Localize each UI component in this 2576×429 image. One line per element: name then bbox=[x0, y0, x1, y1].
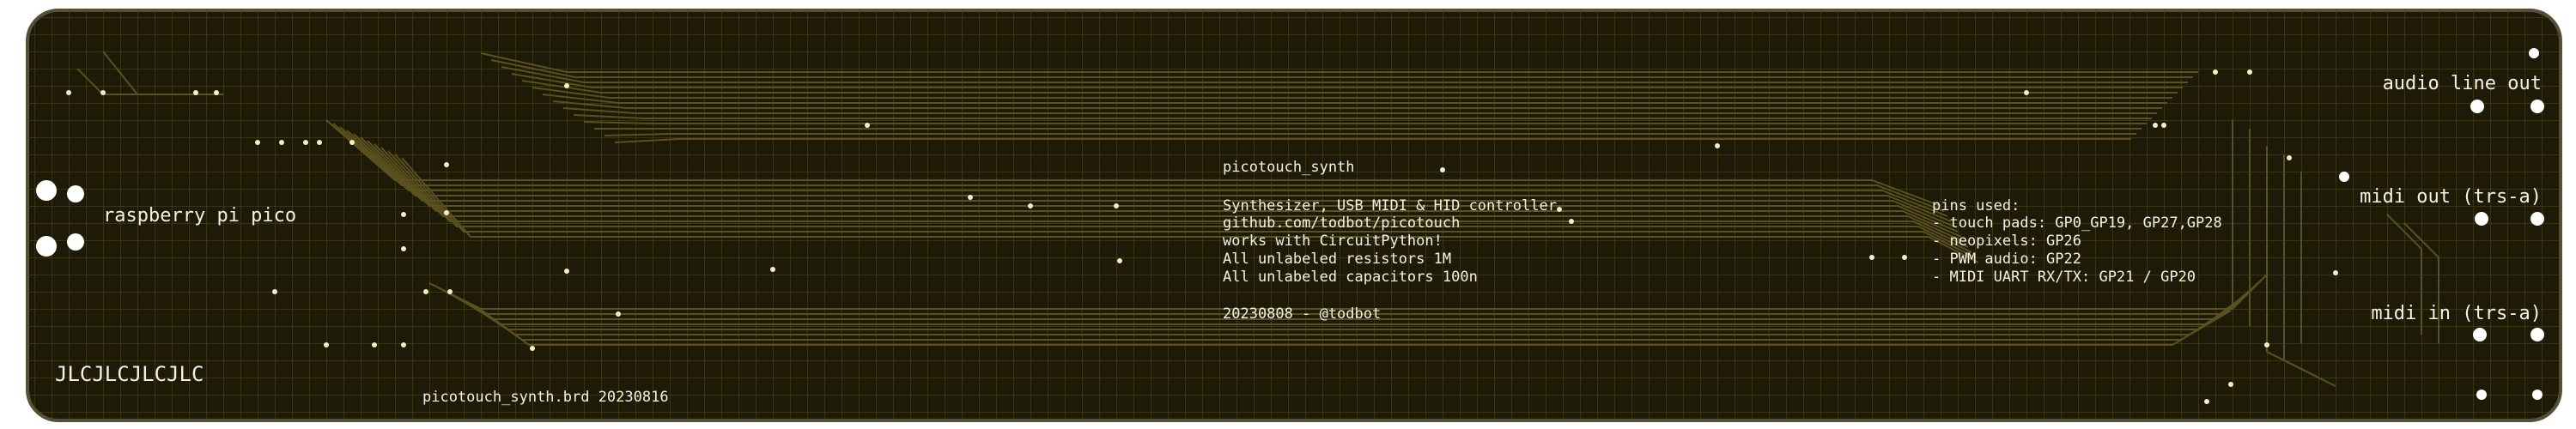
via bbox=[100, 90, 106, 95]
via bbox=[616, 311, 621, 317]
jlc-label: JLCJLCJLCJLC bbox=[55, 362, 204, 386]
via bbox=[2024, 90, 2029, 95]
via bbox=[423, 289, 428, 294]
via bbox=[2153, 123, 2158, 128]
via bbox=[1028, 203, 1033, 208]
via bbox=[1715, 143, 1720, 148]
info-url: github.com/todbot/picotouch bbox=[1223, 214, 1460, 232]
info-circuitpython: works with CircuitPython! bbox=[1223, 233, 1443, 250]
via bbox=[1902, 255, 1907, 260]
pins-neopixels: - neopixels: GP26 bbox=[1932, 233, 2081, 250]
midi-out-pad bbox=[2339, 172, 2349, 182]
via bbox=[317, 140, 322, 145]
pins-header: pins used: bbox=[1932, 197, 2020, 214]
midi-out-label: midi out (trs-a) bbox=[2360, 186, 2542, 208]
via bbox=[2287, 155, 2292, 160]
via bbox=[564, 83, 569, 88]
via bbox=[770, 267, 775, 272]
via bbox=[968, 195, 973, 200]
via bbox=[1114, 203, 1119, 208]
via bbox=[2228, 382, 2233, 387]
info-resistors: All unlabeled resistors 1M bbox=[1223, 251, 1451, 268]
via bbox=[401, 212, 406, 217]
audio-out-pad bbox=[2470, 100, 2484, 113]
pins-pwm-audio: - PWM audio: GP22 bbox=[1932, 251, 2081, 268]
via bbox=[2161, 123, 2166, 128]
via bbox=[2333, 270, 2338, 275]
midi-in-pad bbox=[2530, 328, 2544, 341]
mounting-pad bbox=[36, 180, 57, 201]
via bbox=[214, 90, 219, 95]
pins-midi-uart: - MIDI UART RX/TX: GP21 / GP20 bbox=[1932, 269, 2196, 286]
via bbox=[272, 289, 277, 294]
via bbox=[564, 269, 569, 274]
via bbox=[2264, 342, 2269, 347]
via bbox=[1557, 207, 1562, 212]
via bbox=[66, 90, 71, 95]
info-date-author: 20230808 - @todbot bbox=[1223, 305, 1381, 323]
via bbox=[279, 140, 284, 145]
via bbox=[444, 210, 449, 215]
audio-out-pad bbox=[2530, 100, 2544, 113]
pico-label: raspberry pi pico bbox=[103, 205, 296, 227]
via bbox=[530, 346, 535, 351]
via bbox=[1440, 167, 1445, 172]
info-title: picotouch_synth bbox=[1223, 159, 1355, 176]
via bbox=[324, 342, 329, 347]
midi-in-pad bbox=[2476, 390, 2487, 400]
via bbox=[372, 342, 377, 347]
midi-out-pad bbox=[2530, 212, 2544, 226]
via bbox=[193, 90, 198, 95]
pcb-board-view: raspberry pi pico JLCJLCJLCJLC picotouch… bbox=[0, 0, 2576, 429]
via bbox=[349, 140, 355, 145]
audio-line-out-label: audio line out bbox=[2383, 73, 2542, 94]
mounting-pad bbox=[67, 233, 84, 251]
via bbox=[865, 123, 870, 128]
pins-touch-pads: - touch pads: GP0_GP19, GP27,GP28 bbox=[1932, 214, 2222, 232]
via bbox=[447, 289, 453, 294]
pcb-board: raspberry pi pico JLCJLCJLCJLC picotouch… bbox=[26, 9, 2562, 422]
via bbox=[2247, 69, 2252, 75]
via bbox=[255, 140, 260, 145]
midi-out-pad bbox=[2475, 212, 2488, 226]
info-capacitors: All unlabeled capacitors 100n bbox=[1223, 269, 1478, 286]
midi-in-pad bbox=[2473, 328, 2487, 341]
via bbox=[1117, 258, 1122, 263]
via bbox=[2213, 69, 2218, 75]
via bbox=[444, 162, 449, 167]
midi-in-label: midi in (trs-a) bbox=[2371, 303, 2542, 324]
board-file-label: picotouch_synth.brd 20230816 bbox=[422, 389, 669, 406]
mounting-pad bbox=[67, 185, 84, 202]
midi-in-pad bbox=[2532, 390, 2543, 400]
info-description: Synthesizer, USB MIDI & HID controller bbox=[1223, 197, 1557, 214]
mounting-pad bbox=[36, 236, 57, 257]
via bbox=[2204, 399, 2209, 404]
via bbox=[401, 342, 406, 347]
via bbox=[303, 140, 308, 145]
audio-out-pad bbox=[2529, 48, 2539, 58]
via bbox=[401, 246, 406, 251]
via bbox=[1569, 219, 1574, 224]
via bbox=[1869, 255, 1874, 260]
